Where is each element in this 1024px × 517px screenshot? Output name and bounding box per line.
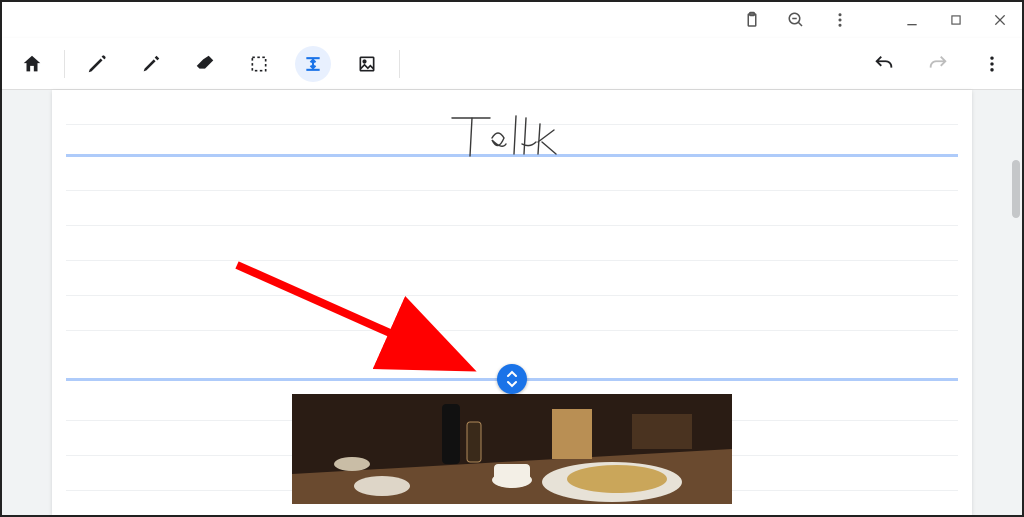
home-button[interactable] bbox=[14, 46, 50, 82]
selection-tool[interactable] bbox=[241, 46, 277, 82]
close-icon[interactable] bbox=[986, 6, 1014, 34]
expand-space-handle[interactable] bbox=[497, 364, 527, 394]
window-control-bar bbox=[2, 2, 1022, 38]
more-icon[interactable] bbox=[826, 6, 854, 34]
section-top-bar bbox=[66, 154, 958, 157]
vertical-scrollbar-thumb[interactable] bbox=[1012, 160, 1020, 218]
canvas-area bbox=[2, 90, 1022, 515]
toolbar-separator bbox=[64, 50, 65, 78]
redo-button[interactable] bbox=[920, 46, 956, 82]
minimize-icon[interactable] bbox=[898, 6, 926, 34]
zoom-out-icon[interactable] bbox=[782, 6, 810, 34]
clipboard-icon[interactable] bbox=[738, 6, 766, 34]
note-page[interactable] bbox=[52, 90, 972, 515]
insert-image-tool[interactable] bbox=[349, 46, 385, 82]
add-space-tool[interactable] bbox=[295, 46, 331, 82]
pen-tool[interactable] bbox=[79, 46, 115, 82]
eraser-tool[interactable] bbox=[187, 46, 223, 82]
handwritten-title bbox=[432, 108, 592, 169]
maximize-icon[interactable] bbox=[942, 6, 970, 34]
highlighter-tool[interactable] bbox=[133, 46, 169, 82]
inserted-image[interactable] bbox=[292, 394, 732, 504]
toolbar bbox=[2, 38, 1022, 90]
overflow-menu[interactable] bbox=[974, 46, 1010, 82]
undo-button[interactable] bbox=[866, 46, 902, 82]
toolbar-separator bbox=[399, 50, 400, 78]
